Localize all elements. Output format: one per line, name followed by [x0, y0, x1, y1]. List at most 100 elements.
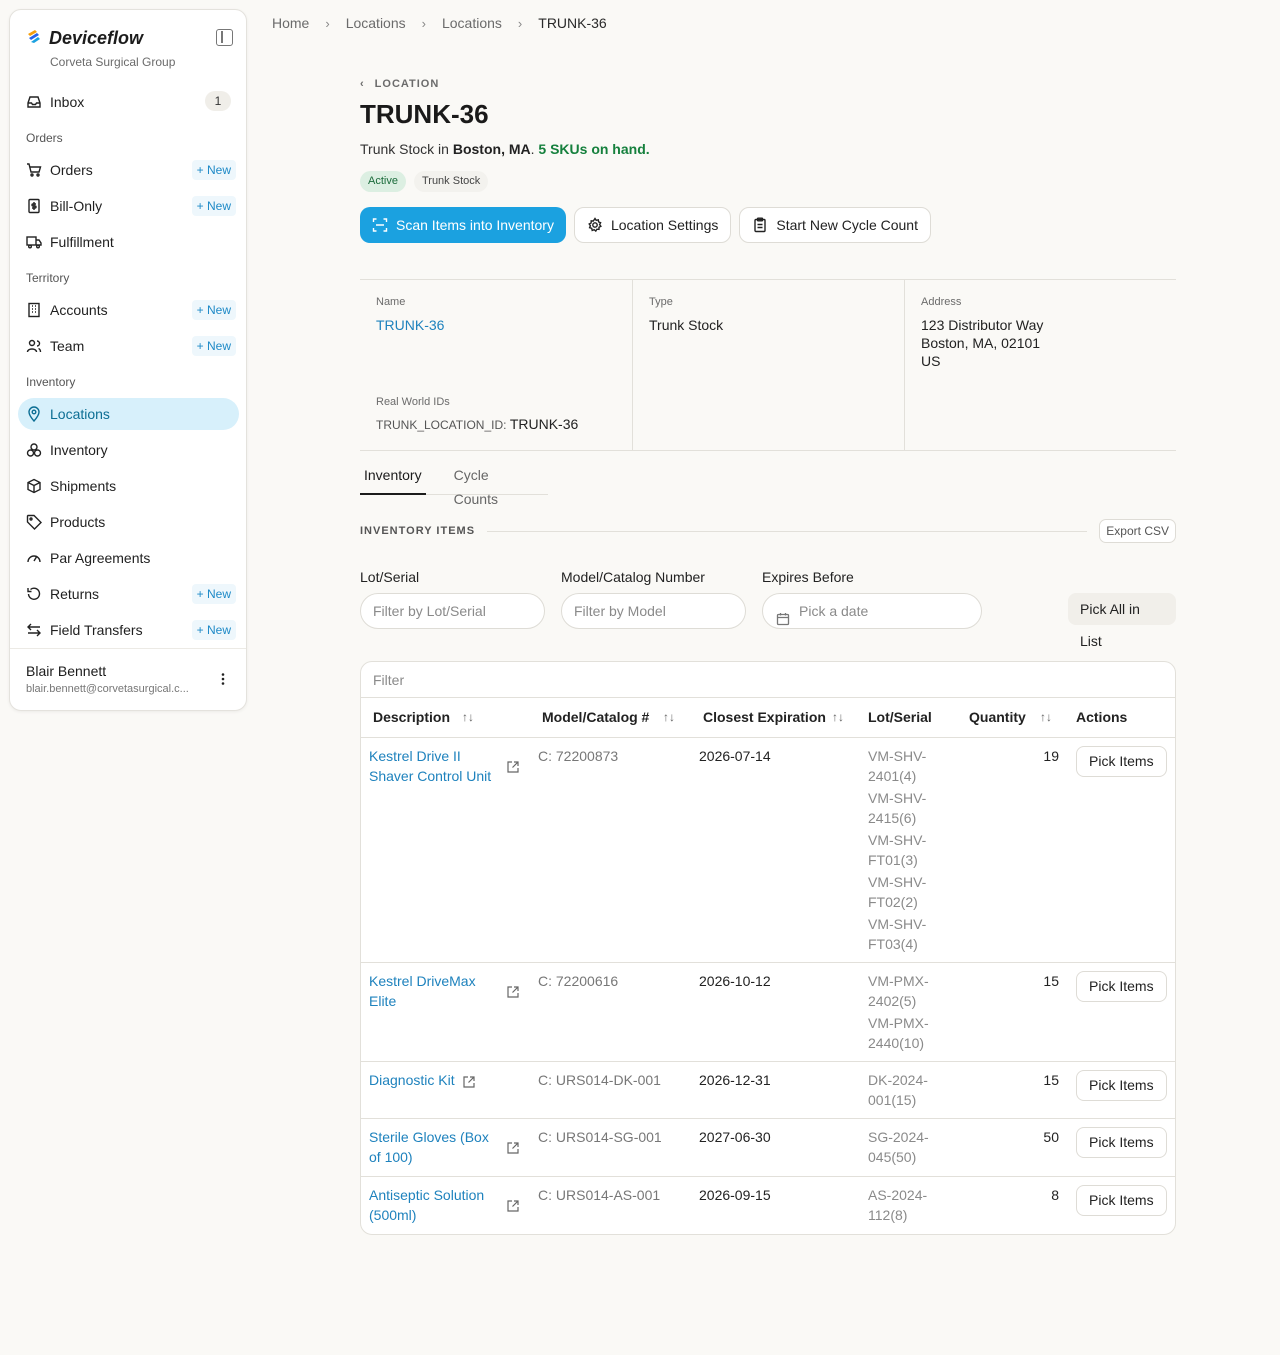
org-name: Corveta Surgical Group	[50, 55, 176, 69]
model-filter-label: Model/Catalog Number	[561, 569, 705, 585]
breadcrumb-locations[interactable]: Locations	[346, 15, 406, 31]
sidebar-item-products[interactable]: Products	[18, 506, 239, 538]
tab-inventory[interactable]: Inventory	[360, 463, 426, 495]
external-link-icon[interactable]	[506, 985, 520, 999]
lot-serial-filter-input[interactable]: Filter by Lot/Serial	[360, 593, 545, 629]
clipboard-icon	[752, 217, 768, 233]
address-line: US	[921, 353, 941, 369]
back-link[interactable]: ‹ LOCATION	[360, 75, 1176, 93]
scan-items-button[interactable]: Scan Items into Inventory	[360, 207, 566, 243]
sort-icon[interactable]: ↑↓	[462, 710, 474, 724]
tab-bar: Inventory Cycle Counts	[360, 463, 548, 507]
sidebar-item-inventory[interactable]: Inventory	[18, 434, 239, 466]
sort-icon[interactable]: ↑↓	[663, 710, 675, 724]
table-row: Sterile Gloves (Box of 100) C: URS014-SG…	[361, 1119, 1175, 1177]
lot-list: VM-SHV-2401(4) VM-SHV-2415(6) VM-SHV-FT0…	[868, 746, 944, 956]
product-link[interactable]: Sterile Gloves (Box of 100)	[369, 1127, 497, 1167]
sidebar-item-par-agreements[interactable]: Par Agreements	[18, 542, 239, 574]
main-content: ‹ LOCATION TRUNK-36 Trunk Stock in Bosto…	[360, 75, 1176, 1235]
product-link[interactable]: Antiseptic Solution (500ml)	[369, 1185, 497, 1225]
package-icon	[26, 478, 42, 494]
sidebar-item-label: Bill-Only	[50, 198, 103, 214]
lot-entry: VM-SHV-FT01(3)	[868, 832, 927, 868]
status-pills: Active Trunk Stock	[360, 171, 1176, 192]
nav-section-inventory: Inventory	[26, 375, 76, 389]
chevron-right-icon: ›	[325, 15, 330, 31]
sidebar-item-shipments[interactable]: Shipments	[18, 470, 239, 502]
location-name-link[interactable]: TRUNK-36	[376, 316, 616, 334]
gear-icon	[587, 217, 603, 233]
back-label: LOCATION	[374, 78, 440, 90]
sidebar-item-returns[interactable]: Returns + New	[18, 578, 239, 610]
new-bill-only-button[interactable]: + New	[191, 196, 236, 216]
sidebar-item-inbox[interactable]: Inbox 1	[18, 86, 239, 118]
product-link[interactable]: Diagnostic Kit	[369, 1070, 455, 1090]
product-link[interactable]: Kestrel DriveMax Elite	[369, 971, 497, 1011]
transfer-icon	[26, 622, 42, 638]
nav-section-territory: Territory	[26, 271, 70, 285]
new-return-button[interactable]: + New	[191, 584, 236, 604]
new-team-button[interactable]: + New	[191, 336, 236, 356]
sidebar-item-team[interactable]: Team + New	[18, 330, 239, 362]
pick-all-button[interactable]: Pick All in List	[1068, 593, 1176, 649]
column-header-description[interactable]: Description	[373, 709, 450, 725]
detail-label: Name	[376, 296, 406, 308]
column-header-quantity[interactable]: Quantity	[969, 709, 1026, 725]
sidebar-item-fulfillment[interactable]: Fulfillment	[18, 226, 239, 258]
sidebar-item-accounts[interactable]: Accounts + New	[18, 294, 239, 326]
pick-items-button[interactable]: Pick Items	[1076, 746, 1167, 777]
sidebar-item-locations[interactable]: Locations	[18, 398, 239, 430]
table-filter-input[interactable]: Filter	[361, 662, 1175, 698]
sidebar-item-orders[interactable]: Orders + New	[18, 154, 239, 186]
new-account-button[interactable]: + New	[191, 300, 236, 320]
expires-before-date-picker[interactable]: Pick a date	[762, 593, 982, 629]
lot-entry: VM-SHV-FT03(4)	[868, 916, 927, 952]
location-settings-button[interactable]: Location Settings	[573, 207, 732, 243]
tag-icon	[26, 514, 42, 530]
table-header: Description ↑↓ Model/Catalog # ↑↓ Closes…	[361, 698, 1175, 738]
start-cycle-count-button[interactable]: Start New Cycle Count	[739, 207, 931, 243]
closest-expiration: 2027-06-30	[699, 1129, 771, 1145]
closest-expiration: 2026-07-14	[699, 748, 771, 764]
lot-entry: VM-SHV-2415(6)	[868, 790, 927, 826]
new-order-button[interactable]: + New	[191, 160, 236, 180]
export-csv-button[interactable]: Export CSV	[1099, 519, 1176, 543]
sidebar-item-field-transfers[interactable]: Field Transfers + New	[18, 614, 239, 646]
model-filter-input[interactable]: Filter by Model	[561, 593, 746, 629]
user-profile[interactable]: Blair Bennett blair.bennett@corvetasurgi…	[10, 648, 246, 709]
tab-cycle-counts[interactable]: Cycle Counts	[450, 463, 524, 507]
sidebar-item-label: Products	[50, 514, 106, 530]
sort-icon[interactable]: ↑↓	[832, 710, 844, 724]
collapse-sidebar-icon[interactable]	[216, 29, 233, 46]
external-link-icon[interactable]	[506, 1199, 520, 1213]
lot-entry: VM-SHV-2401(4)	[868, 748, 927, 784]
table-row: Antiseptic Solution (500ml) C: URS014-AS…	[361, 1177, 1175, 1234]
address-line: 123 Distributor Way	[921, 317, 1044, 333]
sort-icon[interactable]: ↑↓	[1040, 710, 1052, 724]
address-line: Boston, MA, 02101	[921, 335, 1041, 351]
pick-items-button[interactable]: Pick Items	[1076, 971, 1167, 1002]
breadcrumb-locations-2[interactable]: Locations	[442, 15, 502, 31]
brand-name: Deviceflow	[49, 28, 144, 48]
column-header-expiration[interactable]: Closest Expiration	[703, 709, 826, 725]
real-world-ids: Real World IDs TRUNK_LOCATION_ID: TRUNK-…	[376, 396, 578, 432]
breadcrumb-home[interactable]: Home	[272, 15, 309, 31]
chevron-left-icon: ‹	[360, 78, 365, 90]
inventory-table: Filter Description ↑↓ Model/Catalog # ↑↓…	[360, 661, 1176, 1235]
brand[interactable]: Deviceflow	[26, 28, 143, 49]
new-field-transfer-button[interactable]: + New	[191, 620, 236, 640]
product-link[interactable]: Kestrel Drive II Shaver Control Unit	[369, 746, 497, 786]
pick-items-button[interactable]: Pick Items	[1076, 1070, 1167, 1101]
sidebar-item-label: Returns	[50, 586, 100, 602]
model-number: C: 72200616	[538, 973, 619, 989]
more-vertical-icon[interactable]	[216, 672, 230, 686]
external-link-icon[interactable]	[506, 1141, 520, 1155]
sidebar-item-bill-only[interactable]: Bill-Only + New	[18, 190, 239, 222]
external-link-icon[interactable]	[506, 760, 520, 774]
column-header-model[interactable]: Model/Catalog #	[542, 709, 649, 725]
external-link-icon[interactable]	[462, 1075, 476, 1089]
pick-items-button[interactable]: Pick Items	[1076, 1127, 1167, 1158]
inventory-section-header: INVENTORY ITEMS Export CSV	[360, 519, 1176, 543]
deviceflow-logo-icon	[26, 28, 42, 49]
pick-items-button[interactable]: Pick Items	[1076, 1185, 1167, 1216]
